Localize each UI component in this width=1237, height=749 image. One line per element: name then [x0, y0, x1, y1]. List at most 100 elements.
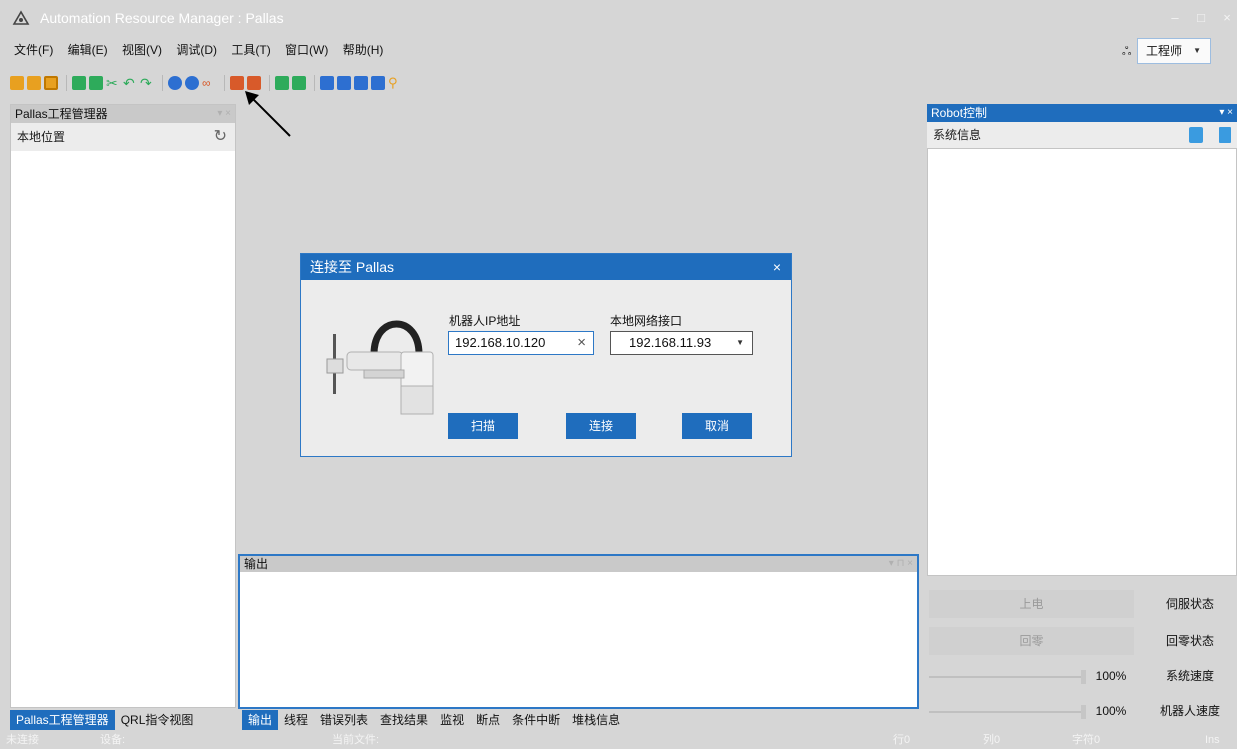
chevron-down-icon: ▼ [736, 338, 744, 347]
tab-threads[interactable]: 线程 [278, 710, 314, 730]
system-speed-label: 系统速度 [1165, 669, 1214, 683]
role-value: 工程师 [1146, 44, 1183, 58]
menu-help[interactable]: 帮助(H) [343, 36, 384, 64]
tab-qrl-view[interactable]: QRL指令视图 [115, 710, 200, 730]
servo-status-label: 伺服状态 [1165, 597, 1214, 611]
output-panel: 输出 ▾ ⊓ × [238, 554, 919, 709]
robot-control-panel: Robot控制 ▾ × 系统信息 [927, 104, 1237, 578]
bookmark-next-icon[interactable] [354, 76, 368, 90]
export-log-icon[interactable] [1189, 127, 1203, 143]
find-icon[interactable]: ⚲ [388, 76, 402, 90]
menu-file[interactable]: 文件(F) [14, 36, 53, 64]
panel-title: Pallas工程管理器 [15, 107, 108, 121]
robot-speed-slider[interactable] [929, 711, 1081, 713]
open-folder-icon[interactable] [10, 76, 24, 90]
close-icon[interactable]: × [773, 254, 781, 280]
minimize-button[interactable]: – [1164, 8, 1186, 28]
system-info-label: 系统信息 [933, 128, 982, 142]
link-icon[interactable]: ∞ [202, 76, 216, 90]
panel-controls[interactable]: ▾ × [217, 105, 231, 123]
tab-errors[interactable]: 错误列表 [314, 710, 374, 730]
users-icon: ஃ [1122, 44, 1132, 58]
arrow-pointer-icon [245, 91, 291, 137]
save-icon[interactable] [27, 76, 41, 90]
iface-label: 本地网络接口 [610, 314, 683, 328]
power-on-button[interactable]: 上电 [929, 590, 1134, 618]
device-label: 设备: [100, 734, 126, 746]
char-indicator: 字符0 [1072, 734, 1101, 746]
panel-header: Pallas工程管理器 ▾ × [11, 105, 235, 123]
menu-tools[interactable]: 工具(T) [231, 36, 270, 64]
refresh-icon[interactable]: ↻ [214, 123, 227, 151]
tab-watch[interactable]: 监视 [434, 710, 470, 730]
home-status-label: 回零状态 [1165, 634, 1214, 648]
panel-header: Robot控制 ▾ × [927, 104, 1237, 122]
left-tabs: Pallas工程管理器 QRL指令视图 [10, 710, 199, 730]
current-file-label: 当前文件: [332, 734, 380, 746]
step-back-icon[interactable] [168, 76, 182, 90]
panel-controls[interactable]: ▾ × [1219, 104, 1233, 122]
undo-icon[interactable]: ↶ [123, 76, 137, 90]
local-position-label: 本地位置 [17, 130, 66, 144]
title-bar: Automation Resource Manager : Pallas – □… [0, 0, 1237, 36]
bookmark-prev-icon[interactable] [337, 76, 351, 90]
robot-arm-image [326, 320, 434, 415]
tab-stack[interactable]: 堆栈信息 [566, 710, 626, 730]
panel-header: 输出 ▾ ⊓ × [240, 556, 917, 572]
col-indicator: 列0 [983, 734, 1001, 746]
tab-conditional-break[interactable]: 条件中断 [506, 710, 566, 730]
menu-edit[interactable]: 编辑(E) [68, 36, 108, 64]
system-info-log [927, 148, 1237, 576]
tab-project-manager[interactable]: Pallas工程管理器 [10, 710, 115, 730]
step-forward-icon[interactable] [185, 76, 199, 90]
robot-logo-icon [12, 10, 30, 26]
cut-icon[interactable]: ✂ [106, 76, 120, 90]
system-speed-slider[interactable] [929, 676, 1081, 678]
toolbar-separator [224, 75, 225, 91]
close-button[interactable]: × [1216, 8, 1237, 28]
slider-thumb[interactable] [1081, 670, 1086, 684]
role-select[interactable]: 工程师 ▼ [1137, 38, 1211, 64]
ip-value: 192.168.10.120 [455, 335, 546, 350]
menu-window[interactable]: 窗口(W) [285, 36, 328, 64]
local-position-row[interactable]: 本地位置 ↻ [11, 123, 235, 151]
menu-view[interactable]: 视图(V) [122, 36, 162, 64]
trash-icon[interactable] [1219, 127, 1231, 143]
window-title: Automation Resource Manager : Pallas [40, 10, 284, 26]
menu-bar: 文件(F) 编辑(E) 视图(V) 调试(D) 工具(T) 窗口(W) 帮助(H… [0, 36, 1237, 64]
connection-status: 未连接 [6, 734, 39, 746]
tab-output[interactable]: 输出 [242, 710, 279, 730]
bookmark-clear-icon[interactable] [371, 76, 385, 90]
tab-find-results[interactable]: 查找结果 [374, 710, 434, 730]
dialog-title: 连接至 Pallas [310, 259, 395, 275]
toolbar: ✂ ↶ ↷ ∞ ⚲ [10, 72, 405, 94]
menu-debug[interactable]: 调试(D) [176, 36, 217, 64]
bookmark-icon[interactable] [320, 76, 334, 90]
project-manager-panel: Pallas工程管理器 ▾ × 本地位置 ↻ [10, 104, 236, 708]
maximize-button[interactable]: □ [1190, 8, 1212, 28]
iface-select[interactable]: 192.168.11.93 ▼ [610, 331, 753, 355]
clear-icon[interactable]: × [577, 332, 586, 354]
toolbar-separator [162, 75, 163, 91]
output-tabs: 输出 线程 错误列表 查找结果 监视 断点 条件中断 堆栈信息 [242, 710, 626, 730]
panel-title: Robot控制 [931, 106, 988, 120]
slider-thumb[interactable] [1081, 705, 1086, 719]
home-button[interactable]: 回零 [929, 627, 1134, 655]
redo-icon[interactable]: ↷ [140, 76, 154, 90]
toolbar-separator [314, 75, 315, 91]
tab-breakpoints[interactable]: 断点 [470, 710, 506, 730]
paste-icon[interactable] [89, 76, 103, 90]
panel-title: 输出 [244, 557, 269, 571]
copy-icon[interactable] [72, 76, 86, 90]
save-all-icon[interactable] [44, 76, 58, 90]
panel-controls[interactable]: ▾ ⊓ × [889, 556, 913, 572]
status-bar: 未连接 设备: 当前文件: 行0 列0 字符0 Ins [0, 732, 1237, 749]
toolbar-separator [66, 75, 67, 91]
connect-button[interactable]: 连接 [566, 413, 636, 439]
ip-input[interactable]: 192.168.10.120 × [448, 331, 594, 355]
system-speed-value: 100% [1095, 669, 1127, 683]
iface-value: 192.168.11.93 [629, 335, 712, 350]
chevron-down-icon: ▼ [1193, 46, 1201, 55]
scan-button[interactable]: 扫描 [448, 413, 518, 439]
cancel-button[interactable]: 取消 [682, 413, 752, 439]
